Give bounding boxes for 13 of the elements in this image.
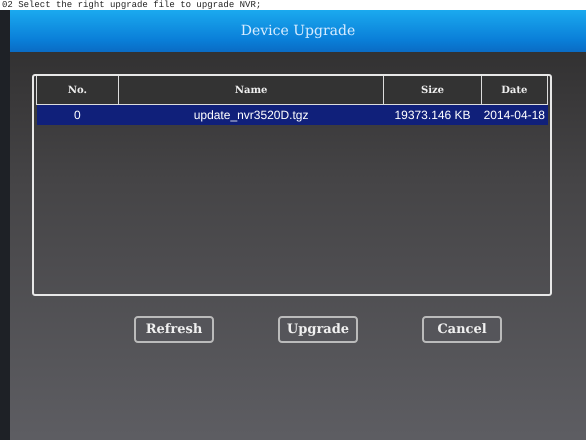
- column-header: Size: [384, 76, 482, 104]
- window-title: Device Upgrade: [240, 23, 356, 39]
- refresh-button[interactable]: Refresh: [134, 316, 214, 343]
- column-header: Name: [118, 76, 384, 104]
- column-header: No.: [36, 76, 118, 104]
- table-cell: 0: [36, 104, 118, 125]
- caption-text: 02 Select the right upgrade file to upgrade NVR;: [1, 0, 262, 10]
- upgrade-button[interactable]: Upgrade: [278, 316, 358, 343]
- cancel-button[interactable]: Cancel: [422, 316, 502, 343]
- table-cell: update_nvr3520D.tgz: [118, 104, 384, 125]
- table-cell: 2014-04-18: [481, 104, 548, 125]
- column-header: Date: [481, 76, 548, 104]
- table-cell: 19373.146 KB: [384, 104, 482, 125]
